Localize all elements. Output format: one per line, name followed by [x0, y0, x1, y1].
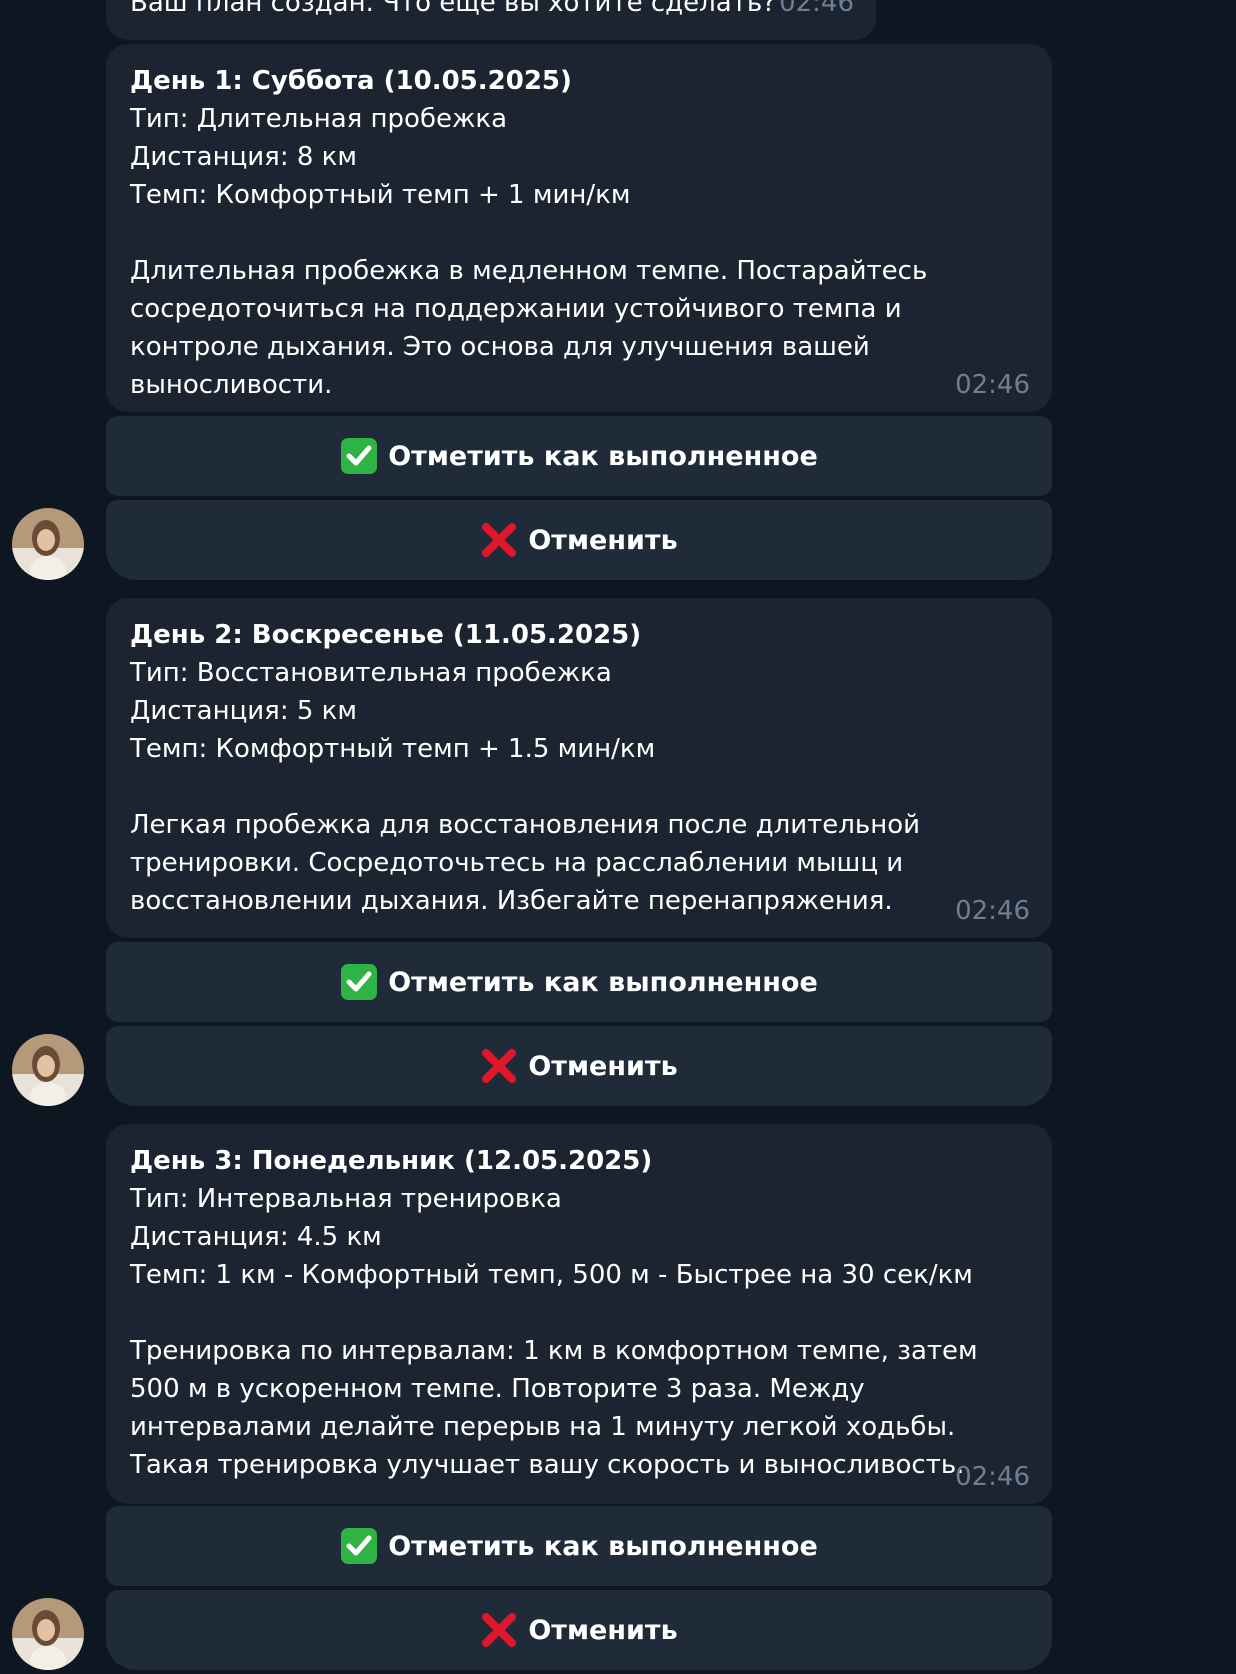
workout-type: Тип: Длительная пробежка — [130, 104, 508, 134]
day-3-message: День 3: Понедельник (12.05.2025) Тип: Ин… — [106, 1124, 1052, 1504]
cancel-button[interactable]: Отменить — [106, 1026, 1052, 1106]
cancel-label: Отменить — [528, 1614, 678, 1646]
workout-description: Длительная пробежка в медленном темпе. П… — [130, 256, 928, 400]
cross-mark-icon — [480, 1611, 518, 1649]
workout-type: Тип: Восстановительная пробежка — [130, 658, 612, 688]
cross-mark-icon — [480, 521, 518, 559]
cancel-button[interactable]: Отменить — [106, 1590, 1052, 1670]
previous-message-text: Ваш план создан. Что еще вы хотите сдела… — [130, 0, 776, 18]
check-mark-button-icon — [340, 1527, 378, 1565]
mark-done-label: Отметить как выполненное — [388, 1530, 818, 1562]
previous-message-time: 02:46 — [779, 0, 854, 18]
mark-done-button[interactable]: Отметить как выполненное — [106, 1506, 1052, 1586]
workout-description: Легкая пробежка для восстановления после… — [130, 810, 921, 916]
user-avatar[interactable] — [12, 1034, 84, 1106]
message-time: 02:46 — [955, 896, 1030, 926]
workout-distance: Дистанция: 4.5 км — [130, 1222, 382, 1252]
workout-distance: Дистанция: 5 км — [130, 696, 357, 726]
workout-type: Тип: Интервальная тренировка — [130, 1184, 562, 1214]
workout-pace: Темп: 1 км - Комфортный темп, 500 м - Бы… — [130, 1260, 973, 1290]
day-2-message: День 2: Воскресенье (11.05.2025) Тип: Во… — [106, 598, 1052, 938]
cancel-label: Отменить — [528, 1050, 678, 1082]
day-1-message: День 1: Суббота (10.05.2025) Тип: Длител… — [106, 44, 1052, 412]
cancel-button[interactable]: Отменить — [106, 500, 1052, 580]
mark-done-label: Отметить как выполненное — [388, 440, 818, 472]
day-title: День 1: Суббота (10.05.2025) — [130, 66, 572, 96]
cancel-label: Отменить — [528, 524, 678, 556]
user-avatar[interactable] — [12, 508, 84, 580]
workout-distance: Дистанция: 8 км — [130, 142, 357, 172]
previous-message-bubble: Ваш план создан. Что еще вы хотите сдела… — [106, 0, 876, 40]
mark-done-label: Отметить как выполненное — [388, 966, 818, 998]
workout-pace: Темп: Комфортный темп + 1.5 мин/км — [130, 734, 656, 764]
mark-done-button[interactable]: Отметить как выполненное — [106, 942, 1052, 1022]
check-mark-button-icon — [340, 963, 378, 1001]
day-title: День 3: Понедельник (12.05.2025) — [130, 1146, 653, 1176]
user-avatar[interactable] — [12, 1598, 84, 1670]
cross-mark-icon — [480, 1047, 518, 1085]
workout-description: Тренировка по интервалам: 1 км в комфорт… — [130, 1336, 978, 1480]
mark-done-button[interactable]: Отметить как выполненное — [106, 416, 1052, 496]
message-time: 02:46 — [955, 370, 1030, 400]
workout-pace: Темп: Комфортный темп + 1 мин/км — [130, 180, 631, 210]
day-title: День 2: Воскресенье (11.05.2025) — [130, 620, 642, 650]
check-mark-button-icon — [340, 437, 378, 475]
message-time: 02:46 — [955, 1462, 1030, 1492]
